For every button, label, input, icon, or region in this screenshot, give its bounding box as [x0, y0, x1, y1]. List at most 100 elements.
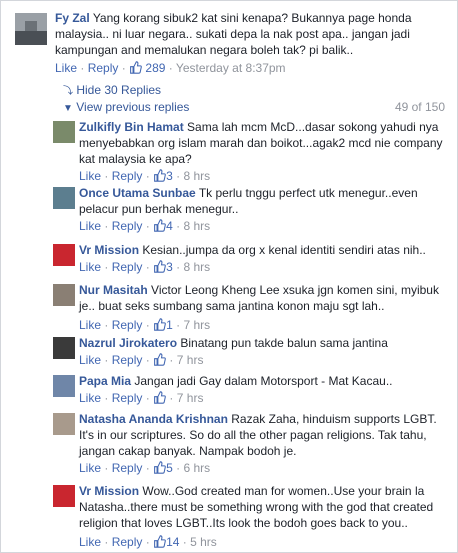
reply-body: Zulkifly Bin Hamat Sama lah mcm McD...da…: [79, 119, 447, 167]
thumbs-up-icon: [154, 318, 166, 331]
reply-time[interactable]: 8 hrs: [183, 219, 210, 233]
reply-text: Binatang pun takde balun sama jantina: [180, 336, 388, 350]
reply-avatar[interactable]: [53, 187, 75, 209]
like-link[interactable]: Like: [55, 61, 77, 75]
reply-time[interactable]: 7 hrs: [177, 353, 204, 367]
reply-avatar[interactable]: [53, 121, 75, 143]
reply-body: Natasha Ananda Krishnan Razak Zaha, hind…: [79, 411, 447, 459]
reply-body: Vr Mission Wow..God created man for wome…: [79, 483, 447, 531]
reply-actions: Like · Reply · 5 · 6 hrs: [79, 461, 211, 475]
reply-text: Jangan jadi Gay dalam Motorsport - Mat K…: [134, 374, 393, 388]
thumbs-up-icon: [154, 169, 166, 182]
reply-body: Vr Mission Kesian..jumpa da org x kenal …: [79, 242, 447, 258]
hide-replies-label: Hide 30 Replies: [76, 83, 162, 97]
reaction-count[interactable]: 14: [153, 535, 179, 549]
thumbs-up-icon: [154, 391, 166, 404]
like-link[interactable]: Like: [79, 219, 101, 233]
like-link[interactable]: Like: [79, 353, 101, 367]
top-comment-actions: Like · Reply · 289 · Yesterday at 8:37pm: [55, 61, 286, 75]
reply-body: Nazrul Jirokatero Binatang pun takde bal…: [79, 335, 447, 351]
hide-replies-link[interactable]: ⤵ Hide 30 Replies: [63, 82, 161, 97]
comment-time[interactable]: Yesterday at 8:37pm: [176, 61, 286, 75]
thumbs-up-icon: [130, 61, 142, 74]
reply-link[interactable]: Reply: [112, 391, 143, 405]
top-comment-avatar[interactable]: [15, 13, 47, 45]
reply-author[interactable]: Papa Mia: [79, 374, 131, 388]
reaction-count[interactable]: 5: [153, 461, 173, 475]
reply-actions: Like · Reply · 14 · 5 hrs: [79, 535, 217, 549]
thumbs-up-icon: [154, 353, 166, 366]
reply-time[interactable]: 5 hrs: [190, 535, 217, 549]
reply-actions: Like · Reply · 3 · 8 hrs: [79, 169, 211, 183]
thumbs-up-icon: [154, 535, 166, 548]
reply-time[interactable]: 7 hrs: [183, 318, 210, 332]
like-link[interactable]: Like: [79, 391, 101, 405]
like-link[interactable]: Like: [79, 318, 101, 332]
reaction-count[interactable]: 3: [153, 260, 173, 274]
like-link[interactable]: Like: [79, 461, 101, 475]
reaction-count[interactable]: [153, 391, 166, 405]
reaction-count[interactable]: 289: [129, 61, 169, 75]
reaction-count[interactable]: [153, 353, 166, 367]
comment-text: Yang korang sibuk2 kat sini kenapa? Buka…: [55, 11, 412, 57]
comment-thread: Fy Zal Yang korang sibuk2 kat sini kenap…: [0, 0, 458, 553]
reply-link[interactable]: Reply: [112, 461, 143, 475]
reply-time[interactable]: 7 hrs: [177, 391, 204, 405]
reply-time[interactable]: 8 hrs: [183, 260, 210, 274]
reply-counter: 49 of 150: [394, 100, 445, 114]
reply-body: Papa Mia Jangan jadi Gay dalam Motorspor…: [79, 373, 447, 389]
reply-time[interactable]: 6 hrs: [183, 461, 210, 475]
reply-avatar[interactable]: [53, 485, 75, 507]
previous-replies-link[interactable]: ▼ View previous replies: [63, 100, 189, 114]
reaction-count-number: 4: [166, 219, 173, 233]
reply-avatar[interactable]: [53, 284, 75, 306]
like-link[interactable]: Like: [79, 260, 101, 274]
reply-actions: Like · Reply · · 7 hrs: [79, 391, 204, 405]
comment-author[interactable]: Fy Zal: [55, 11, 90, 25]
reply-avatar[interactable]: [53, 337, 75, 359]
thumbs-up-icon: [154, 260, 166, 273]
reply-author[interactable]: Vr Mission: [79, 484, 139, 498]
reply-author[interactable]: Nur Masitah: [79, 283, 148, 297]
top-comment-body: Fy Zal Yang korang sibuk2 kat sini kenap…: [55, 10, 445, 58]
reaction-count-number: 1: [166, 318, 173, 332]
reply-author[interactable]: Nazrul Jirokatero: [79, 336, 177, 350]
reply-body: Nur Masitah Victor Leong Kheng Lee xsuka…: [79, 282, 447, 314]
reply-avatar[interactable]: [53, 244, 75, 266]
reaction-count[interactable]: 1: [153, 318, 173, 332]
reply-actions: Like · Reply · 1 · 7 hrs: [79, 318, 211, 332]
reply-avatar[interactable]: [53, 413, 75, 435]
like-link[interactable]: Like: [79, 535, 101, 549]
like-link[interactable]: Like: [79, 169, 101, 183]
reply-link[interactable]: Reply: [112, 318, 143, 332]
hide-arrow-icon: ⤵: [63, 86, 73, 97]
reply-time[interactable]: 8 hrs: [183, 169, 210, 183]
reply-link[interactable]: Reply: [112, 260, 143, 274]
reply-actions: Like · Reply · 4 · 8 hrs: [79, 219, 211, 233]
reaction-count-number: 289: [145, 61, 166, 75]
reply-avatar[interactable]: [53, 375, 75, 397]
reply-link[interactable]: Reply: [112, 353, 143, 367]
reply-link[interactable]: Reply: [88, 61, 119, 75]
reply-link[interactable]: Reply: [112, 169, 143, 183]
avatar-image-icon: [15, 13, 47, 45]
reaction-count-number: 5: [166, 461, 173, 475]
reply-actions: Like · Reply · 3 · 8 hrs: [79, 260, 211, 274]
reaction-count-number: 14: [166, 535, 180, 549]
reply-author[interactable]: Vr Mission: [79, 243, 139, 257]
thumbs-up-icon: [154, 219, 166, 232]
reply-actions: Like · Reply · · 7 hrs: [79, 353, 204, 367]
reply-author[interactable]: Zulkifly Bin Hamat: [79, 120, 184, 134]
previous-replies-row: ▼ View previous replies 49 of 150: [63, 100, 445, 114]
reaction-count[interactable]: 3: [153, 169, 173, 183]
previous-replies-label: View previous replies: [76, 100, 190, 114]
reply-text: Kesian..jumpa da org x kenal identiti se…: [142, 243, 426, 257]
reply-link[interactable]: Reply: [112, 535, 143, 549]
reply-body: Once Utama Sunbae Tk perlu tnggu perfect…: [79, 185, 447, 217]
reply-author[interactable]: Once Utama Sunbae: [79, 186, 196, 200]
reaction-count-number: 3: [166, 260, 173, 274]
reaction-count-number: 3: [166, 169, 173, 183]
reaction-count[interactable]: 4: [153, 219, 173, 233]
reply-author[interactable]: Natasha Ananda Krishnan: [79, 412, 228, 426]
reply-link[interactable]: Reply: [112, 219, 143, 233]
